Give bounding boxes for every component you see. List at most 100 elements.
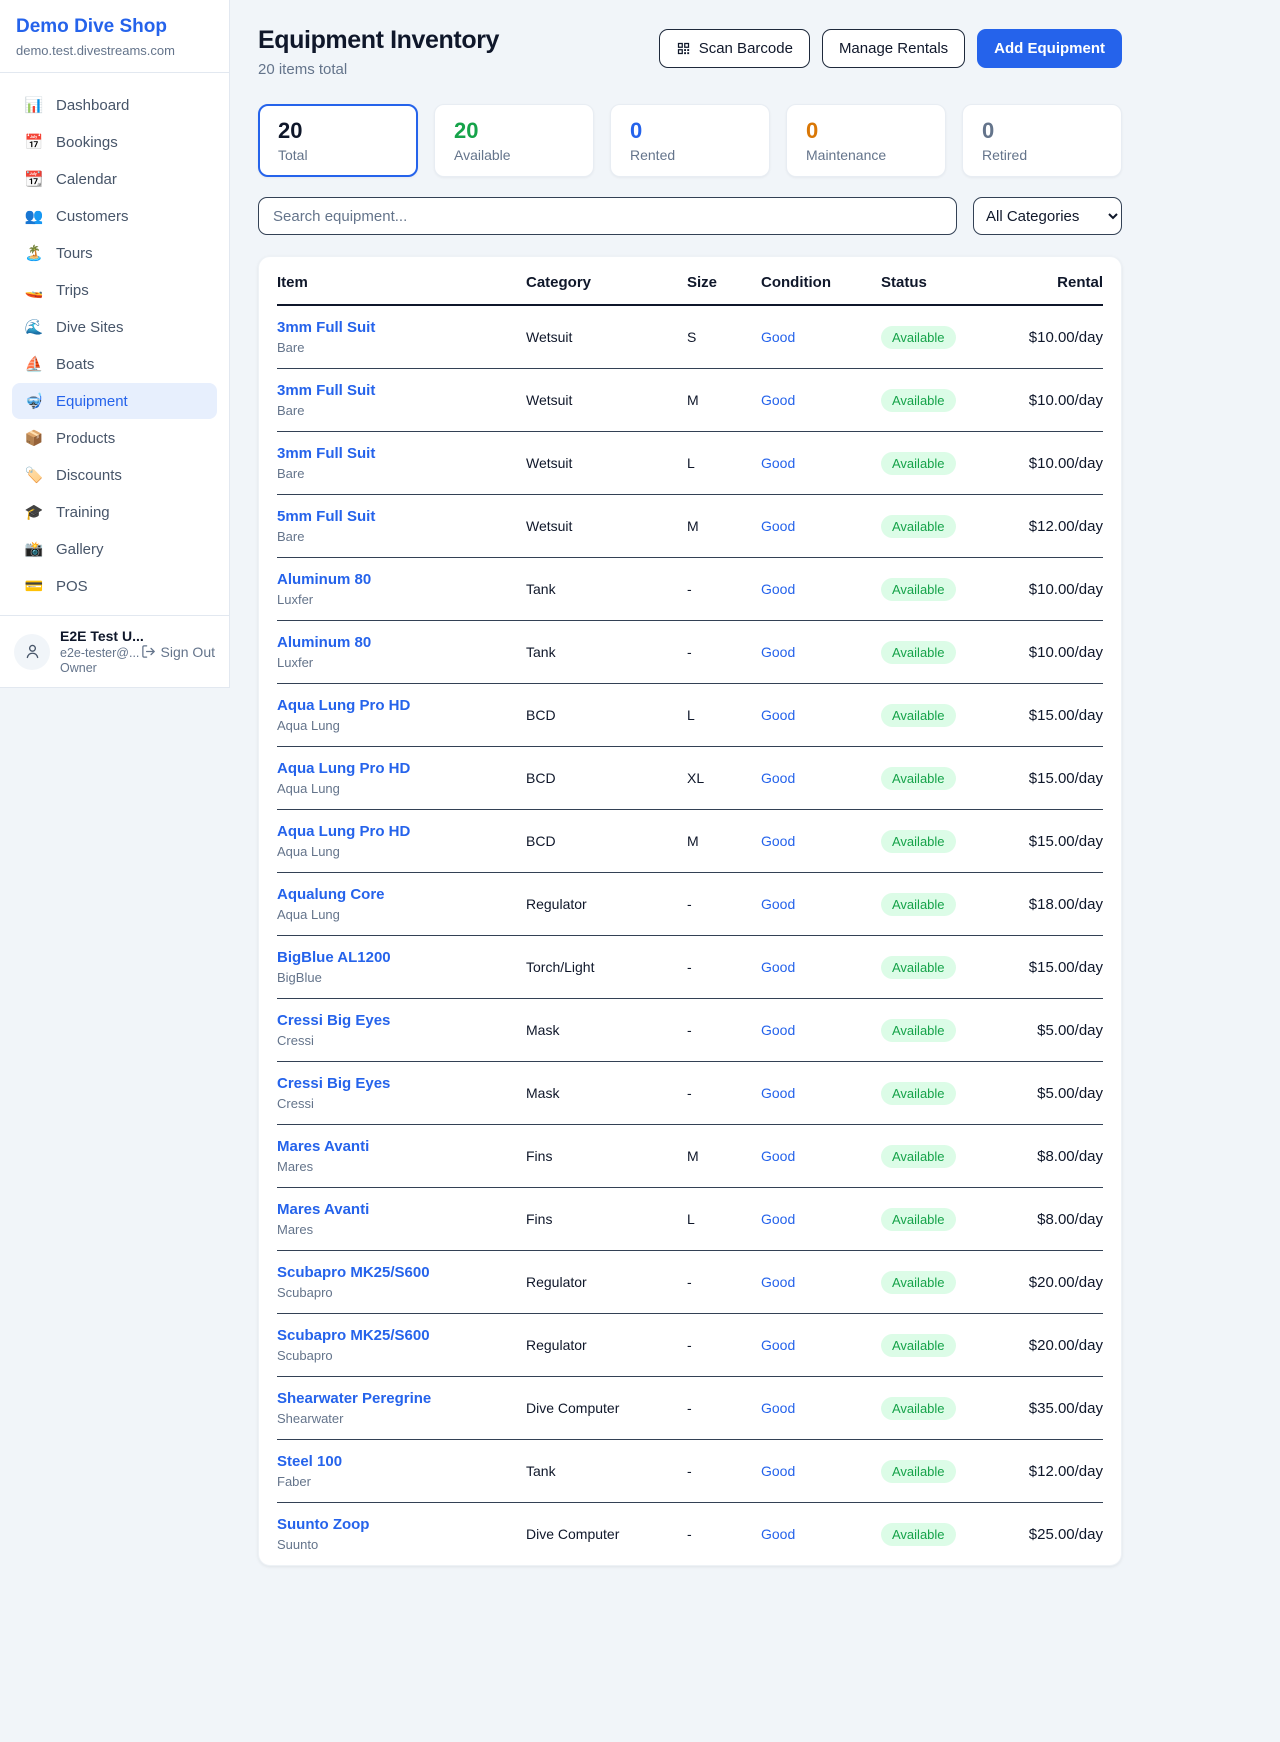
header-actions: Scan Barcode Manage Rentals Add Equipmen… <box>659 29 1122 68</box>
calendar-icon: 📅 <box>24 133 44 151</box>
item-name-link[interactable]: Scubapro MK25/S600 <box>277 1327 526 1344</box>
condition-link[interactable]: Good <box>761 392 881 408</box>
sidebar-item-pos[interactable]: 💳POS <box>12 568 217 604</box>
item-cell: 5mm Full Suit Bare <box>277 508 526 544</box>
item-name-link[interactable]: 5mm Full Suit <box>277 508 526 525</box>
tear-calendar-icon: 📆 <box>24 170 44 188</box>
condition-link[interactable]: Good <box>761 896 881 912</box>
search-input[interactable] <box>258 197 957 235</box>
category-cell: BCD <box>526 707 687 723</box>
condition-link[interactable]: Good <box>761 1085 881 1101</box>
category-filter-select[interactable]: All Categories <box>973 197 1122 235</box>
condition-link[interactable]: Good <box>761 1274 881 1290</box>
scan-barcode-button[interactable]: Scan Barcode <box>659 29 810 68</box>
item-name-link[interactable]: BigBlue AL1200 <box>277 949 526 966</box>
condition-link[interactable]: Good <box>761 1463 881 1479</box>
item-name-link[interactable]: Cressi Big Eyes <box>277 1075 526 1092</box>
camera-icon: 📸 <box>24 540 44 558</box>
size-cell: - <box>687 1274 761 1290</box>
item-name-link[interactable]: Aqua Lung Pro HD <box>277 760 526 777</box>
item-brand: Aqua Lung <box>277 907 526 922</box>
condition-link[interactable]: Good <box>761 770 881 786</box>
items-total-count: 20 items total <box>258 61 499 78</box>
sidebar-item-dive-sites[interactable]: 🌊Dive Sites <box>12 309 217 345</box>
item-name-link[interactable]: 3mm Full Suit <box>277 319 526 336</box>
item-name-link[interactable]: Suunto Zoop <box>277 1516 526 1533</box>
size-cell: - <box>687 1085 761 1101</box>
status-badge: Available <box>881 578 956 601</box>
item-name-link[interactable]: Aluminum 80 <box>277 634 526 651</box>
condition-link[interactable]: Good <box>761 1526 881 1542</box>
stat-card-total[interactable]: 20 Total <box>258 104 418 177</box>
condition-link[interactable]: Good <box>761 329 881 345</box>
item-name-link[interactable]: Steel 100 <box>277 1453 526 1470</box>
condition-link[interactable]: Good <box>761 959 881 975</box>
condition-link[interactable]: Good <box>761 455 881 471</box>
item-name-link[interactable]: Cressi Big Eyes <box>277 1012 526 1029</box>
manage-rentals-button[interactable]: Manage Rentals <box>822 29 965 68</box>
sidebar-item-dashboard[interactable]: 📊Dashboard <box>12 87 217 123</box>
page-header: Equipment Inventory 20 items total Scan … <box>258 26 1122 78</box>
table-row: Aqua Lung Pro HD Aqua Lung BCD L Good Av… <box>277 684 1103 747</box>
sidebar-item-label: Tours <box>56 245 93 262</box>
sidebar-item-training[interactable]: 🎓Training <box>12 494 217 530</box>
item-cell: 3mm Full Suit Bare <box>277 382 526 418</box>
sidebar-item-equipment[interactable]: 🤿Equipment <box>12 383 217 419</box>
table-row: Aluminum 80 Luxfer Tank - Good Available… <box>277 558 1103 621</box>
sidebar-item-customers[interactable]: 👥Customers <box>12 198 217 234</box>
item-name-link[interactable]: Shearwater Peregrine <box>277 1390 526 1407</box>
size-cell: M <box>687 833 761 849</box>
item-name-link[interactable]: 3mm Full Suit <box>277 445 526 462</box>
status-badge: Available <box>881 1208 956 1231</box>
stat-card-retired[interactable]: 0 Retired <box>962 104 1122 177</box>
condition-link[interactable]: Good <box>761 518 881 534</box>
sidebar-item-label: Training <box>56 504 110 521</box>
avatar <box>14 634 50 670</box>
brand-name[interactable]: Demo Dive Shop <box>16 16 213 38</box>
condition-link[interactable]: Good <box>761 581 881 597</box>
category-cell: Fins <box>526 1148 687 1164</box>
item-cell: Mares Avanti Mares <box>277 1201 526 1237</box>
item-name-link[interactable]: 3mm Full Suit <box>277 382 526 399</box>
status-cell: Available <box>881 578 1005 601</box>
add-equipment-button[interactable]: Add Equipment <box>977 29 1122 68</box>
condition-link[interactable]: Good <box>761 644 881 660</box>
condition-link[interactable]: Good <box>761 1148 881 1164</box>
tag-icon: 🏷️ <box>24 466 44 484</box>
sidebar-item-gallery[interactable]: 📸Gallery <box>12 531 217 567</box>
stat-card-maintenance[interactable]: 0 Maintenance <box>786 104 946 177</box>
sidebar-item-tours[interactable]: 🏝️Tours <box>12 235 217 271</box>
sidebar-item-calendar[interactable]: 📆Calendar <box>12 161 217 197</box>
condition-link[interactable]: Good <box>761 1337 881 1353</box>
condition-link[interactable]: Good <box>761 1211 881 1227</box>
sidebar-item-label: Customers <box>56 208 129 225</box>
item-name-link[interactable]: Aqua Lung Pro HD <box>277 823 526 840</box>
status-cell: Available <box>881 641 1005 664</box>
item-name-link[interactable]: Aluminum 80 <box>277 571 526 588</box>
sidebar-item-discounts[interactable]: 🏷️Discounts <box>12 457 217 493</box>
item-brand: Shearwater <box>277 1411 526 1426</box>
item-cell: Aluminum 80 Luxfer <box>277 634 526 670</box>
sidebar-item-products[interactable]: 📦Products <box>12 420 217 456</box>
condition-link[interactable]: Good <box>761 833 881 849</box>
item-name-link[interactable]: Scubapro MK25/S600 <box>277 1264 526 1281</box>
item-name-link[interactable]: Mares Avanti <box>277 1201 526 1218</box>
sidebar-item-boats[interactable]: ⛵Boats <box>12 346 217 382</box>
condition-link[interactable]: Good <box>761 1400 881 1416</box>
item-brand: Bare <box>277 529 526 544</box>
person-icon <box>23 642 42 661</box>
sidebar-item-bookings[interactable]: 📅Bookings <box>12 124 217 160</box>
rental-cell: $10.00/day <box>1005 329 1103 346</box>
sign-out-button[interactable]: Sign Out <box>141 644 215 660</box>
condition-link[interactable]: Good <box>761 707 881 723</box>
condition-link[interactable]: Good <box>761 1022 881 1038</box>
item-name-link[interactable]: Aqua Lung Pro HD <box>277 697 526 714</box>
sidebar-item-trips[interactable]: 🚤Trips <box>12 272 217 308</box>
column-header-size: Size <box>687 274 761 291</box>
stat-card-rented[interactable]: 0 Rented <box>610 104 770 177</box>
item-name-link[interactable]: Aqualung Core <box>277 886 526 903</box>
item-name-link[interactable]: Mares Avanti <box>277 1138 526 1155</box>
barcode-scan-icon <box>676 41 691 56</box>
sidebar-item-label: Boats <box>56 356 94 373</box>
stat-card-available[interactable]: 20 Available <box>434 104 594 177</box>
